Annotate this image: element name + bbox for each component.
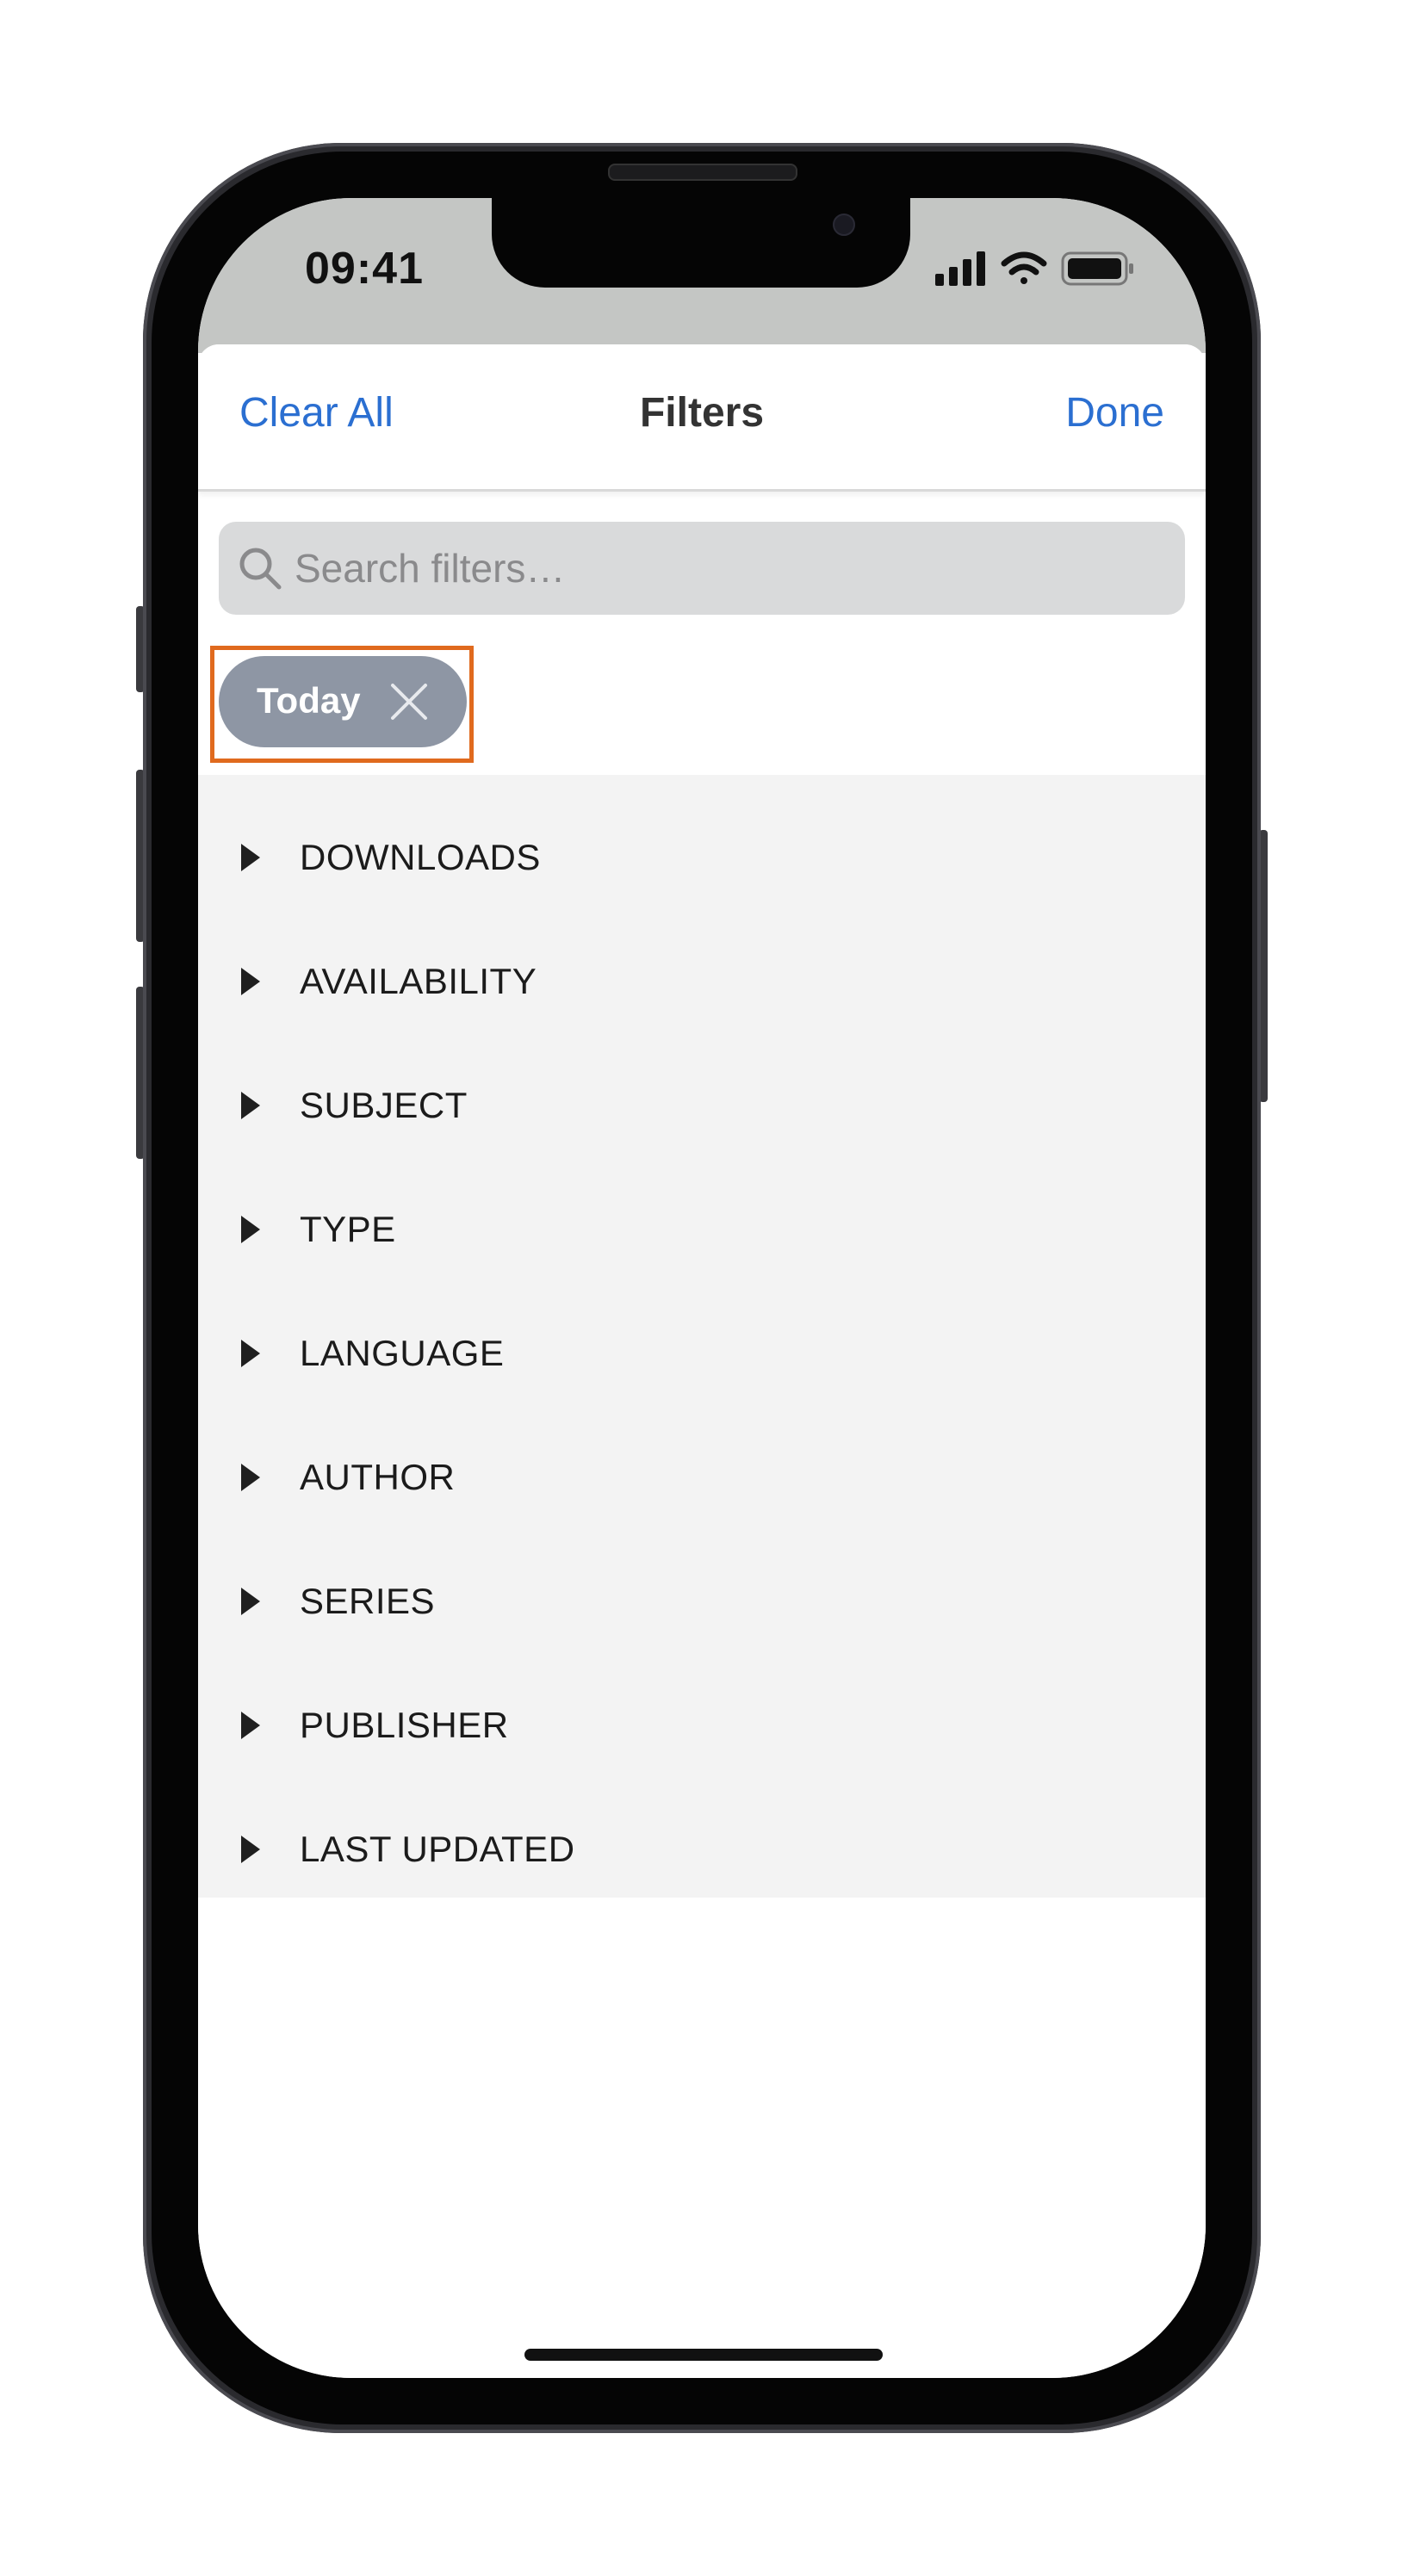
filter-section-label: DOWNLOADS bbox=[300, 837, 541, 877]
active-filter-label: Today bbox=[257, 680, 361, 721]
caret-right-icon bbox=[241, 1712, 260, 1739]
close-icon[interactable] bbox=[388, 680, 431, 723]
wifi-icon bbox=[1001, 251, 1047, 284]
status-time: 09:41 bbox=[305, 244, 424, 294]
search-bar[interactable] bbox=[219, 522, 1185, 615]
filter-section-label: PUBLISHER bbox=[300, 1705, 509, 1745]
caret-right-icon bbox=[241, 1588, 260, 1615]
filter-section-label: LAST UPDATED bbox=[300, 1829, 575, 1869]
cellular-signal-icon bbox=[935, 251, 985, 286]
caret-right-icon bbox=[241, 1216, 260, 1243]
filter-section-subject[interactable]: SUBJECT bbox=[198, 1043, 1206, 1167]
home-indicator[interactable] bbox=[524, 2349, 883, 2361]
caret-right-icon bbox=[241, 1340, 260, 1367]
filter-section-downloads[interactable]: DOWNLOADS bbox=[198, 796, 1206, 920]
page-title: Filters bbox=[639, 390, 765, 436]
filter-section-label: TYPE bbox=[300, 1209, 396, 1249]
filter-section-publisher[interactable]: PUBLISHER bbox=[198, 1663, 1206, 1787]
filter-section-availability[interactable]: AVAILABILITY bbox=[198, 920, 1206, 1043]
filter-section-label: LANGUAGE bbox=[300, 1333, 505, 1373]
caret-right-icon bbox=[241, 844, 260, 871]
filter-section-label: AUTHOR bbox=[300, 1457, 456, 1497]
filter-section-author[interactable]: AUTHOR bbox=[198, 1415, 1206, 1539]
screen: 09:41 Clear All Filters Done Search filt… bbox=[198, 198, 1206, 2378]
filter-section-label: AVAILABILITY bbox=[300, 961, 537, 1001]
filter-section-last-updated[interactable]: LAST UPDATED bbox=[198, 1787, 1206, 1911]
filter-section-series[interactable]: SERIES bbox=[198, 1539, 1206, 1663]
notch bbox=[492, 198, 910, 288]
front-camera bbox=[833, 214, 855, 236]
filter-section-label: SERIES bbox=[300, 1581, 436, 1621]
filter-section-list: DOWNLOADS AVAILABILITY SUBJECT TYPE LANG… bbox=[198, 775, 1206, 1898]
filter-section-language[interactable]: LANGUAGE bbox=[198, 1291, 1206, 1415]
caret-right-icon bbox=[241, 1464, 260, 1491]
earpiece-speaker bbox=[608, 164, 797, 181]
caret-right-icon bbox=[241, 1092, 260, 1119]
done-button[interactable]: Done bbox=[1065, 389, 1164, 437]
active-filter-chip[interactable]: Today bbox=[219, 656, 467, 747]
navigation-bar: Clear All Filters Done bbox=[198, 344, 1206, 492]
filters-sheet: Clear All Filters Done Today DOWNLOADS bbox=[198, 344, 1206, 2378]
filter-section-label: SUBJECT bbox=[300, 1085, 468, 1125]
caret-right-icon bbox=[241, 1836, 260, 1863]
battery-icon bbox=[1061, 251, 1133, 286]
search-input[interactable] bbox=[295, 522, 1168, 615]
caret-right-icon bbox=[241, 968, 260, 995]
search-icon bbox=[239, 548, 282, 590]
status-icons bbox=[932, 250, 1138, 288]
filter-section-type[interactable]: TYPE bbox=[198, 1167, 1206, 1291]
